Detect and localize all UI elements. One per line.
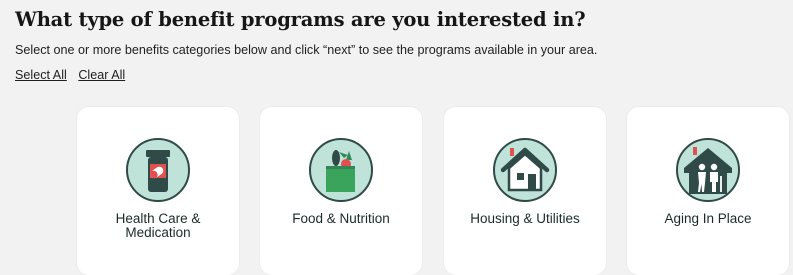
medication-bottle-icon <box>126 138 190 202</box>
house-icon <box>493 138 557 202</box>
selection-actions: Select All Clear All <box>15 68 133 82</box>
page-instructions: Select one or more benefits categories b… <box>15 43 598 57</box>
category-card-food-nutrition[interactable]: Food & Nutrition <box>260 107 422 275</box>
category-card-aging-in-place[interactable]: Aging In Place <box>627 107 789 275</box>
page-title: What type of benefit programs are you in… <box>15 8 586 31</box>
select-all-link[interactable]: Select All <box>15 68 67 82</box>
category-card-health-care[interactable]: Health Care & Medication <box>77 107 239 275</box>
category-card-housing-utilities[interactable]: Housing & Utilities <box>444 107 606 275</box>
elderly-couple-house-icon <box>676 138 740 202</box>
grocery-bag-icon <box>309 138 373 202</box>
category-label: Health Care & Medication <box>115 211 201 240</box>
category-label: Aging In Place <box>664 211 752 226</box>
clear-all-link[interactable]: Clear All <box>78 68 125 82</box>
category-label: Housing & Utilities <box>470 211 580 226</box>
category-label: Food & Nutrition <box>292 211 390 226</box>
